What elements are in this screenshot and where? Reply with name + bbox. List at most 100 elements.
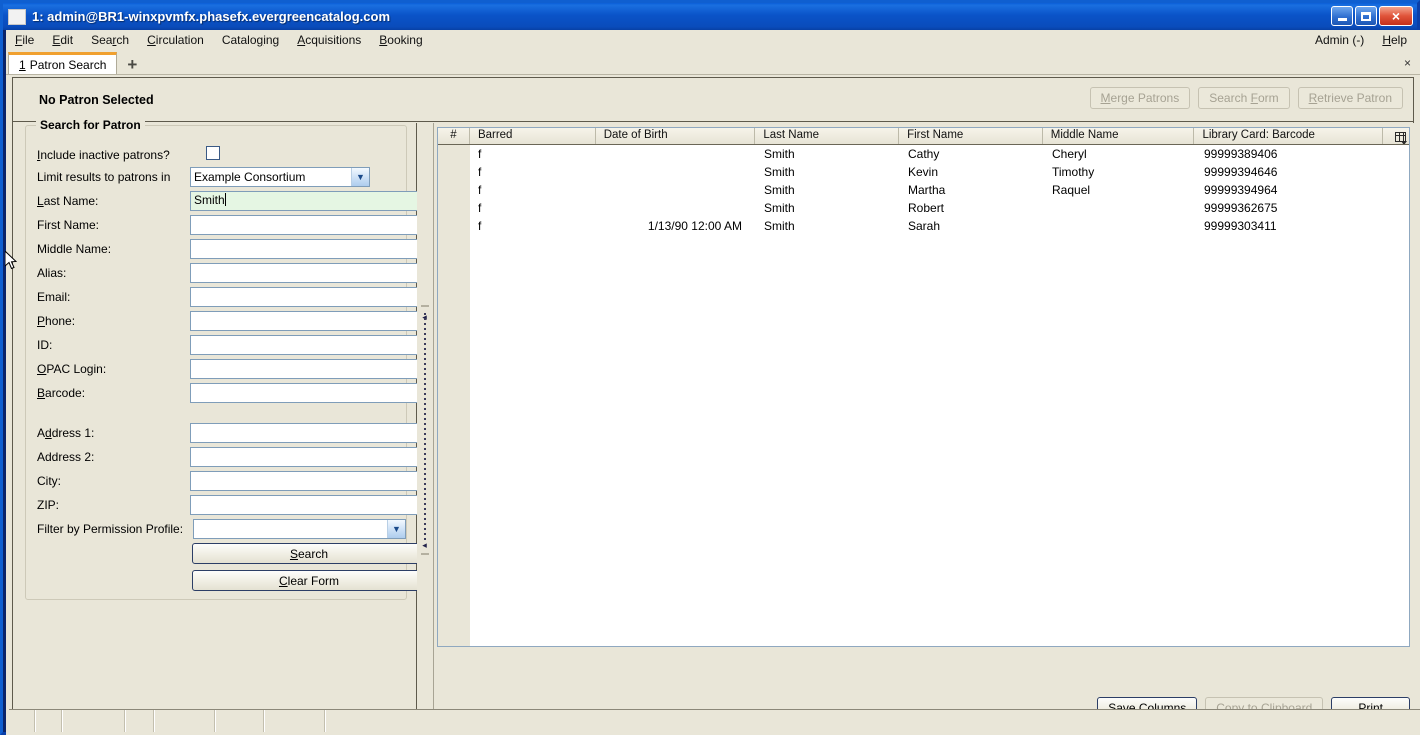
tab-patron-search[interactable]: 1 Patron Search <box>8 52 118 74</box>
cell-last-name: Smith <box>764 201 795 215</box>
menu-search[interactable]: Search <box>82 31 138 49</box>
menu-help[interactable]: Help <box>1373 31 1416 49</box>
last-name-value: Smith <box>194 192 225 207</box>
city-label: City: <box>37 473 61 488</box>
retrieve-patron-button[interactable]: Retrieve Patron <box>1297 87 1403 109</box>
column-header-last-name[interactable]: Last Name <box>755 128 900 144</box>
permission-profile-select[interactable]: ▼ <box>193 518 406 539</box>
address2-input[interactable] <box>190 446 426 467</box>
column-header-num[interactable]: # <box>438 128 470 144</box>
limit-results-value: Example Consortium <box>194 169 306 184</box>
cell-barred: f <box>478 165 482 179</box>
search-panel: Search for Patron Include inactive patro… <box>13 118 426 727</box>
alias-input[interactable] <box>190 262 426 283</box>
splitter-tick-bottom <box>421 553 429 555</box>
first-name-row: First Name: <box>37 214 426 235</box>
cell-last-name: Smith <box>764 183 795 197</box>
table-row[interactable]: 1 f Smith Cathy Cheryl 99999389406 <box>438 145 1409 163</box>
collapse-left-icon-2[interactable]: ◂ <box>420 541 429 550</box>
status-cell <box>9 710 36 732</box>
close-tab-icon[interactable]: × <box>1404 56 1411 70</box>
column-header-first-name[interactable]: First Name <box>899 128 1043 144</box>
table-row[interactable]: 3 f Smith Martha Raquel 99999394964 <box>438 181 1409 199</box>
column-header-middle-name[interactable]: Middle Name <box>1043 128 1195 144</box>
search-form-button[interactable]: Search Form <box>1198 87 1290 109</box>
chevron-down-icon <box>1400 140 1407 144</box>
zip-input[interactable] <box>190 494 426 515</box>
alias-label: Alias: <box>37 265 67 280</box>
cell-barred: f <box>478 183 482 197</box>
minimize-icon <box>1337 18 1347 21</box>
chevron-down-icon: ▼ <box>351 167 369 186</box>
address2-row: Address 2: <box>37 446 426 467</box>
results-panel: # Barred Date of Birth Last Name First N… <box>434 123 1414 727</box>
permission-profile-row: Filter by Permission Profile: ▼ <box>37 518 406 539</box>
status-cell <box>126 710 155 732</box>
cell-first-name: Kevin <box>908 165 939 179</box>
cell-first-name: Sarah <box>908 219 941 233</box>
column-header-dob[interactable]: Date of Birth <box>596 128 756 144</box>
application-window: 1: admin@BR1-winxpvmfx.phasefx.evergreen… <box>0 0 1420 735</box>
menu-circulation[interactable]: Circulation <box>138 31 213 49</box>
cell-barcode: 99999303411 <box>1204 219 1277 233</box>
column-header-barcode[interactable]: Library Card: Barcode <box>1194 128 1384 144</box>
cell-first-name: Robert <box>908 201 945 215</box>
menu-file[interactable]: File <box>6 31 43 49</box>
last-name-row: Last Name: Smith <box>37 190 426 211</box>
search-button[interactable]: Search <box>192 543 426 564</box>
status-cell <box>63 710 126 732</box>
menu-edit[interactable]: Edit <box>43 31 82 49</box>
table-row[interactable]: 2 f Smith Kevin Timothy 99999394646 <box>438 163 1409 181</box>
include-inactive-checkbox[interactable] <box>206 146 220 160</box>
address2-label: Address 2: <box>37 449 95 464</box>
column-picker-button[interactable] <box>1383 128 1409 144</box>
table-row[interactable]: 5 f 1/13/90 12:00 AM Smith Sarah 9999930… <box>438 217 1409 235</box>
address1-label: Address 1: <box>37 425 95 440</box>
main-content: No Patron Selected Merge Patrons Search … <box>12 77 1414 727</box>
city-input[interactable] <box>190 470 426 491</box>
patron-header: No Patron Selected Merge Patrons Search … <box>13 78 1413 122</box>
new-tab-icon[interactable]: + <box>127 56 137 73</box>
minimize-button[interactable] <box>1331 6 1353 26</box>
title-bar: 1: admin@BR1-winxpvmfx.phasefx.evergreen… <box>3 3 1417 30</box>
menu-bar: File Edit Search Circulation Cataloging … <box>6 30 1420 50</box>
limit-results-label: Limit results to patrons in <box>37 169 171 184</box>
menu-acquisitions[interactable]: Acquisitions <box>288 31 370 49</box>
maximize-icon <box>1361 11 1371 21</box>
close-button[interactable]: × <box>1379 6 1413 26</box>
menu-admin[interactable]: Admin (-) <box>1306 31 1373 49</box>
last-name-input[interactable]: Smith <box>190 190 426 211</box>
tab-index: 1 <box>19 57 26 72</box>
menu-bar-right: Admin (-) Help <box>1306 30 1416 50</box>
barcode-input[interactable] <box>190 382 426 403</box>
email-input[interactable] <box>190 286 426 307</box>
address1-input[interactable] <box>190 422 426 443</box>
status-cell <box>216 710 265 732</box>
id-input[interactable] <box>190 334 426 355</box>
cell-last-name: Smith <box>764 147 795 161</box>
phone-input[interactable] <box>190 310 426 331</box>
table-row[interactable]: 4 f Smith Robert 99999362675 <box>438 199 1409 217</box>
clear-form-button[interactable]: Clear Form <box>192 570 426 591</box>
client-area: File Edit Search Circulation Cataloging … <box>6 30 1420 735</box>
cell-middle-name: Cheryl <box>1052 147 1087 161</box>
city-row: City: <box>37 470 426 491</box>
limit-results-row: Limit results to patrons in Example Cons… <box>37 166 399 187</box>
panel-splitter[interactable]: ◂ ◂ <box>417 123 434 727</box>
cell-barred: f <box>478 147 482 161</box>
first-name-input[interactable] <box>190 214 426 235</box>
splitter-grip <box>424 313 426 543</box>
limit-results-select[interactable]: Example Consortium ▼ <box>190 166 370 187</box>
opac-login-row: OPAC Login: <box>37 358 426 379</box>
tab-bar: 1 Patron Search + × <box>6 50 1420 75</box>
menu-booking[interactable]: Booking <box>370 31 431 49</box>
chevron-down-icon: ▼ <box>387 519 405 538</box>
id-row: ID: <box>37 334 426 355</box>
maximize-button[interactable] <box>1355 6 1377 26</box>
merge-patrons-button[interactable]: Merge Patrons <box>1089 87 1191 109</box>
opac-login-input[interactable] <box>190 358 426 379</box>
menu-cataloging[interactable]: Cataloging <box>213 31 288 49</box>
middle-name-input[interactable] <box>190 238 426 259</box>
cell-barcode: 99999394964 <box>1204 183 1278 197</box>
column-header-barred[interactable]: Barred <box>470 128 596 144</box>
